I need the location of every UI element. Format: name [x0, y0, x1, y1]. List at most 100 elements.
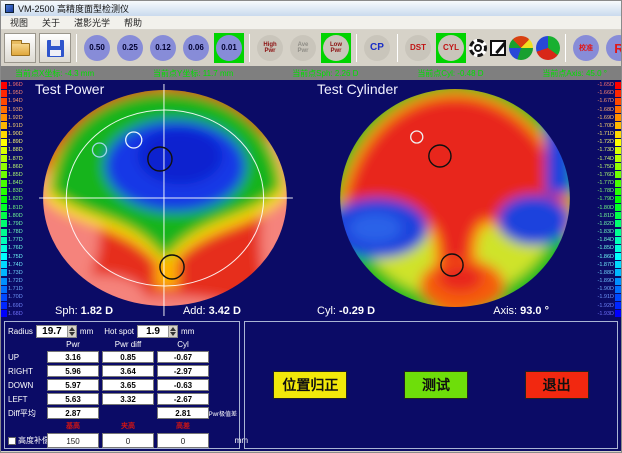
- ave-pwr-button[interactable]: AvePwr: [288, 33, 318, 63]
- cp-button[interactable]: CP: [362, 33, 392, 63]
- row-label: RIGHT: [8, 367, 44, 376]
- power-heatmap[interactable]: [29, 80, 311, 319]
- cylinder-heatmap[interactable]: [311, 80, 593, 319]
- scale-entry: -1.78D: [593, 187, 621, 195]
- scale-swatch: [1, 147, 7, 154]
- status-item-2: 当前点Sph: 2.26 D: [292, 68, 358, 79]
- value-box[interactable]: 3.32: [102, 393, 154, 405]
- scale-tick-label: 1.75D: [8, 254, 23, 260]
- status-bar: 当前点X坐标: -4.3 mm当前点Y坐标: 11.7 mm当前点Sph: 2.…: [1, 66, 621, 80]
- cylinder-map-view-button[interactable]: [536, 36, 560, 60]
- scale-swatch: [615, 278, 621, 285]
- scale-swatch: [1, 188, 7, 195]
- arrow-up-icon[interactable]: [170, 327, 176, 331]
- scale-tick-label: 1.72D: [8, 278, 23, 284]
- value-box[interactable]: 3.16: [47, 351, 99, 363]
- app-window: VM-2500 高精度面型检测仪 视图关于湛影光学帮助 0.500.250.12…: [0, 0, 622, 453]
- arrow-down-icon[interactable]: [170, 332, 176, 336]
- dst-button[interactable]: DST: [403, 33, 433, 63]
- value-box[interactable]: 5.63: [47, 393, 99, 405]
- value-box[interactable]: 5.97: [47, 379, 99, 391]
- comp-value-box[interactable]: 150: [47, 433, 99, 448]
- value-box[interactable]: 2.87: [47, 407, 99, 419]
- power-color-scale: 1.96D1.95D1.94D1.93D1.92D1.91D1.90D1.89D…: [1, 80, 29, 319]
- step-0-12-button[interactable]: 0.12: [148, 33, 178, 63]
- value-box[interactable]: -2.67: [157, 393, 209, 405]
- scale-tick-label: -1.77D: [597, 180, 614, 186]
- cyl-button[interactable]: CYL: [436, 33, 466, 63]
- value-box[interactable]: -0.63: [157, 379, 209, 391]
- scale-entry: 1.68D: [1, 310, 29, 318]
- scale-entry: -1.83D: [593, 228, 621, 236]
- comp-value-box[interactable]: 0: [102, 433, 154, 448]
- scale-entry: -1.77D: [593, 179, 621, 187]
- scale-tick-label: 1.88D: [8, 147, 23, 153]
- ave-pwr-face: AvePwr: [290, 35, 316, 61]
- scale-swatch: [1, 131, 7, 138]
- power-map-view-button[interactable]: [509, 36, 533, 60]
- exit-button[interactable]: 退出: [525, 371, 589, 399]
- scale-entry: 1.80D: [1, 212, 29, 220]
- scale-tick-label: 1.70D: [8, 294, 23, 300]
- scale-entry: -1.75D: [593, 163, 621, 171]
- scale-entry: 1.77D: [1, 236, 29, 244]
- scale-entry: -1.66D: [593, 89, 621, 97]
- value-box[interactable]: -0.67: [157, 351, 209, 363]
- status-item-1: 当前点Y坐标: 11.7 mm: [153, 68, 233, 79]
- menu-item-2[interactable]: 湛影光学: [67, 16, 117, 29]
- hotspot-spinner-arrows[interactable]: [168, 326, 177, 337]
- menu-item-1[interactable]: 关于: [35, 16, 67, 29]
- align-button[interactable]: 位置归正: [273, 371, 347, 399]
- arrow-up-icon[interactable]: [69, 327, 75, 331]
- height-compensation-toggle[interactable]: 高度补偿: [8, 435, 44, 446]
- scale-swatch: [615, 196, 621, 203]
- radius-value[interactable]: 19.7: [37, 326, 67, 337]
- menu-item-3[interactable]: 帮助: [117, 16, 149, 29]
- toolbar-separator: [76, 34, 77, 62]
- radius-hotspot-row: Radius 19.7 mm Hot spot 1.9 mm: [8, 324, 236, 339]
- test-button[interactable]: 测试: [404, 371, 468, 399]
- step-0-01-button[interactable]: 0.01: [214, 33, 244, 63]
- value-box[interactable]: 0.85: [102, 351, 154, 363]
- radius-spinner-arrows[interactable]: [67, 326, 76, 337]
- high-pwr-button[interactable]: HighPwr: [255, 33, 285, 63]
- scale-tick-label: 1.69D: [8, 303, 23, 309]
- radius-label: Radius: [8, 327, 33, 336]
- value-box[interactable]: 3.65: [102, 379, 154, 391]
- scale-swatch: [615, 237, 621, 244]
- edit-button[interactable]: [490, 40, 506, 56]
- scale-tick-label: -1.65D: [597, 82, 614, 88]
- low-pwr-button[interactable]: LowPwr: [321, 33, 351, 63]
- column-header: Pwr diff: [102, 340, 154, 349]
- hotspot-label: Hot spot: [104, 327, 134, 336]
- scale-swatch: [1, 82, 7, 89]
- scale-tick-label: 1.83D: [8, 188, 23, 194]
- calibrate-button[interactable]: 校准: [571, 33, 601, 63]
- open-button[interactable]: [4, 33, 36, 63]
- value-box[interactable]: 2.81: [157, 407, 209, 419]
- scale-entry: 1.75D: [1, 253, 29, 261]
- radius-stepper[interactable]: 19.7: [36, 325, 77, 338]
- value-box[interactable]: 5.96: [47, 365, 99, 377]
- hotspot-unit: mm: [181, 327, 194, 336]
- scale-swatch: [1, 98, 7, 105]
- scale-entry: 1.94D: [1, 97, 29, 105]
- step-0-25-button[interactable]: 0.25: [115, 33, 145, 63]
- arrow-down-icon[interactable]: [69, 332, 75, 336]
- scale-entry: 1.74D: [1, 261, 29, 269]
- step-0-50-button[interactable]: 0.50: [82, 33, 112, 63]
- settings-button[interactable]: [469, 39, 487, 57]
- menu-item-0[interactable]: 视图: [3, 16, 35, 29]
- hotspot-value[interactable]: 1.9: [138, 326, 168, 337]
- hotspot-stepper[interactable]: 1.9: [137, 325, 178, 338]
- comp-value-box[interactable]: 0: [157, 433, 209, 448]
- save-button[interactable]: [39, 33, 71, 63]
- step-0-06-button[interactable]: 0.06: [181, 33, 211, 63]
- radius-unit: mm: [80, 327, 93, 336]
- checkbox-icon[interactable]: [8, 437, 16, 445]
- power-map: Test Power: [29, 80, 311, 319]
- value-box[interactable]: 3.64: [102, 365, 154, 377]
- reset-r-button[interactable]: R: [604, 33, 622, 63]
- value-box[interactable]: -2.97: [157, 365, 209, 377]
- scale-tick-label: -1.72D: [597, 139, 614, 145]
